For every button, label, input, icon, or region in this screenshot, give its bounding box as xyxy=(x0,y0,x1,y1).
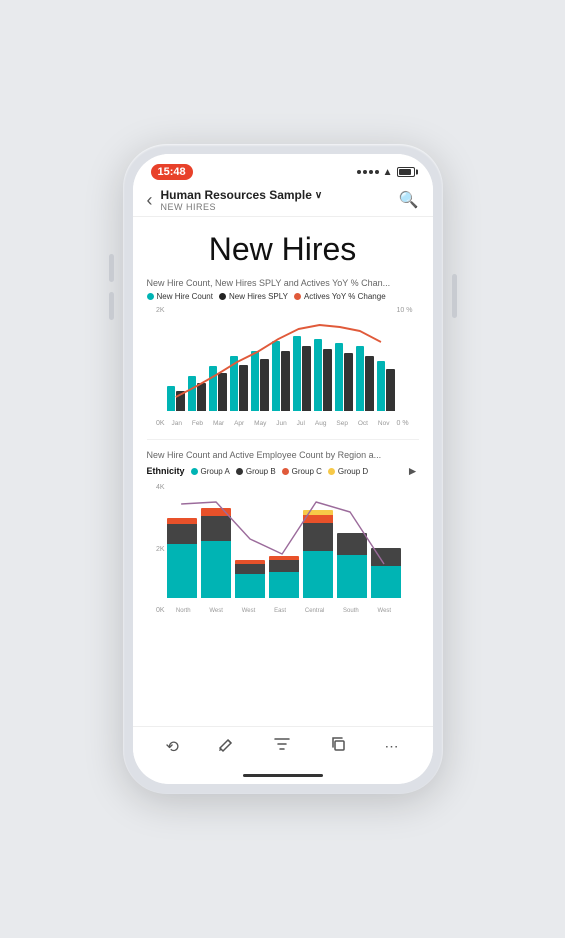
highlight-button[interactable] xyxy=(217,735,235,758)
legend-dot-actives xyxy=(294,293,301,300)
chart1-legend: New Hire Count New Hires SPLY Actives Yo… xyxy=(147,292,419,301)
signal-icon xyxy=(357,170,379,174)
status-icons: ▲ xyxy=(357,167,415,178)
phone-screen: 15:48 ▲ ‹ Human Resources Sample xyxy=(133,154,433,784)
phone-shell: 15:48 ▲ ‹ Human Resources Sample xyxy=(123,144,443,794)
legend-item-actives: Actives YoY % Change xyxy=(294,292,386,301)
chart2-title: New Hire Count and Active Employee Count… xyxy=(147,450,419,460)
search-icon[interactable]: 🔍 xyxy=(399,190,419,210)
chart1-line-svg xyxy=(167,307,395,411)
status-bar: 15:48 ▲ xyxy=(133,154,433,184)
legend-item-sply: New Hires SPLY xyxy=(219,292,288,301)
legend-dot-groupB xyxy=(236,468,243,475)
legend-label-sply: New Hires SPLY xyxy=(229,292,288,301)
more-button[interactable]: ⋯ xyxy=(384,738,399,755)
chart2-section: New Hire Count and Active Employee Count… xyxy=(133,440,433,626)
vol-down-button[interactable] xyxy=(109,292,114,320)
legend-item-groupC: Group C xyxy=(282,467,322,476)
chart1-x-labels: Jan Feb Mar Apr May Jun Jul Aug Sep Oct … xyxy=(167,420,395,427)
chart1-y-left: 2K 0K xyxy=(147,307,165,427)
legend-label-newhirecount: New Hire Count xyxy=(157,292,213,301)
undo-button[interactable]: ⟲ xyxy=(165,737,178,757)
legend-item-groupA: Group A xyxy=(191,467,230,476)
chart1-area: 2K 0K 10 % 0 % xyxy=(147,307,419,427)
chart1-y-right: 10 % 0 % xyxy=(397,307,419,427)
chart2-y-left: 4K 2K 0K xyxy=(147,484,165,614)
toolbar: ⟲ ⋯ xyxy=(133,726,433,766)
back-button[interactable]: ‹ xyxy=(147,190,153,211)
copy-button[interactable] xyxy=(329,735,347,758)
legend-dot-groupC xyxy=(282,468,289,475)
battery-icon xyxy=(397,167,415,177)
legend-item-newhirecount: New Hire Count xyxy=(147,292,213,301)
nav-title-block: Human Resources Sample ∨ NEW HIRES xyxy=(161,188,399,212)
page-title: New Hires xyxy=(133,217,433,278)
legend-dot-sply xyxy=(219,293,226,300)
page-content: New Hires New Hire Count, New Hires SPLY… xyxy=(133,217,433,726)
filter-button[interactable] xyxy=(273,735,291,758)
status-time: 15:48 xyxy=(151,164,193,180)
chart2-line-svg xyxy=(167,484,401,598)
legend-label-actives: Actives YoY % Change xyxy=(304,292,386,301)
ethnicity-label: Ethnicity xyxy=(147,466,185,476)
home-bar xyxy=(243,774,323,777)
vol-up-button[interactable] xyxy=(109,254,114,282)
nav-title: Human Resources Sample ∨ xyxy=(161,188,399,202)
nav-title-text: Human Resources Sample xyxy=(161,188,312,202)
legend-dot-groupA xyxy=(191,468,198,475)
power-button[interactable] xyxy=(452,274,457,318)
chart2-legend-row: Ethnicity Group A Group B Group C xyxy=(147,464,419,478)
chart2-area: 4K 2K 0K xyxy=(147,484,419,614)
home-indicator xyxy=(133,766,433,784)
chart1-section: New Hire Count, New Hires SPLY and Activ… xyxy=(133,278,433,439)
legend-dot-groupD xyxy=(328,468,335,475)
nav-subtitle: NEW HIRES xyxy=(161,202,399,212)
chart1-title: New Hire Count, New Hires SPLY and Activ… xyxy=(147,278,419,288)
legend-item-groupB: Group B xyxy=(236,467,276,476)
chart2-next-icon[interactable]: ► xyxy=(407,464,419,478)
nav-bar: ‹ Human Resources Sample ∨ NEW HIRES 🔍 xyxy=(133,184,433,217)
legend-dot-newhirecount xyxy=(147,293,154,300)
legend-item-groupD: Group D xyxy=(328,467,368,476)
chart2-x-labels: North West West East Central South West xyxy=(167,608,401,614)
nav-chevron-icon: ∨ xyxy=(315,190,322,201)
wifi-icon: ▲ xyxy=(383,167,393,178)
